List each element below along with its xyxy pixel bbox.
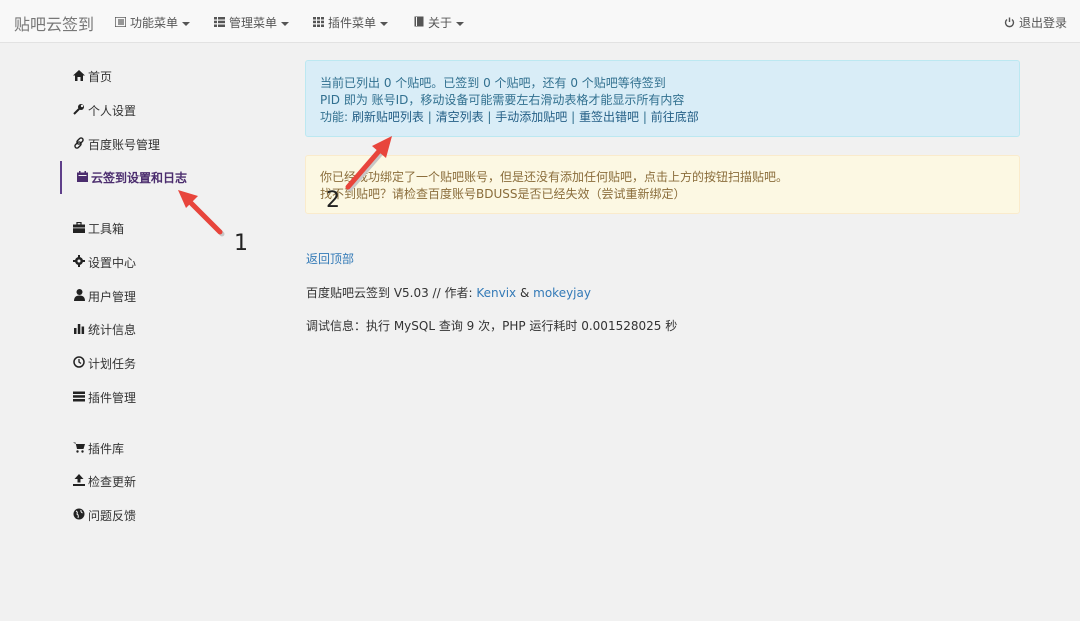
sidebar-item-home[interactable]: 首页 — [72, 69, 112, 86]
grid-icon — [313, 16, 324, 30]
ampersand: & — [519, 286, 530, 300]
upload-icon — [72, 474, 86, 491]
back-to-top-link[interactable]: 返回顶部 — [306, 250, 354, 267]
link-icon — [72, 137, 86, 154]
add-tieba-link[interactable]: 手动添加贴吧 — [495, 110, 567, 124]
sidebar-item-label: 统计信息 — [88, 323, 137, 337]
author-kenvix-link[interactable]: Kenvix — [476, 286, 516, 300]
separator: | — [642, 110, 647, 124]
clear-list-link[interactable]: 清空列表 — [436, 110, 484, 124]
cog-icon — [72, 255, 86, 272]
menu-functions-label: 功能菜单 — [130, 16, 179, 30]
globe-icon — [72, 508, 86, 525]
function-prefix: 功能: — [320, 110, 352, 124]
list-icon — [114, 16, 127, 30]
sidebar-item-label: 首页 — [88, 70, 113, 84]
version-info: 百度贴吧云签到 V5.03 // 作者: Kenvix & mokeyjay — [306, 284, 591, 301]
sidebar-item-label: 插件库 — [88, 442, 125, 456]
logout-label: 退出登录 — [1018, 16, 1067, 30]
warning-alert: 你已经成功绑定了一个贴吧账号，但是还没有添加任何贴吧，点击上方的按钮扫描贴吧。 … — [305, 155, 1020, 214]
separator: | — [427, 110, 432, 124]
menu-plugins[interactable]: 插件菜单 — [313, 14, 389, 31]
sidebar-item-baidu-accounts[interactable]: 百度账号管理 — [72, 137, 160, 154]
brand-title[interactable]: 贴吧云签到 — [14, 11, 94, 35]
book-icon — [414, 16, 424, 30]
briefcase-icon — [72, 221, 86, 238]
annotation-label-2: 2 — [326, 188, 340, 213]
sidebar-item-check-update[interactable]: 检查更新 — [72, 474, 136, 491]
top-navbar: 贴吧云签到 功能菜单 管理菜单 插件菜单 关于 退出登录 — [0, 0, 1080, 43]
sidebar-item-plugin-store[interactable]: 插件库 — [72, 441, 124, 458]
stats-icon — [72, 323, 86, 339]
user-icon — [72, 289, 86, 306]
sidebar-item-personal-settings[interactable]: 个人设置 — [72, 103, 136, 120]
info-alert: 当前已列出 0 个贴吧。已签到 0 个贴吧，还有 0 个贴吧等待签到 PID 即… — [305, 60, 1020, 137]
sidebar-item-toolbox[interactable]: 工具箱 — [72, 221, 124, 238]
power-icon — [1004, 16, 1019, 30]
sidebar-item-label: 百度账号管理 — [88, 138, 161, 152]
chevron-down-icon — [456, 21, 465, 26]
sidebar-item-signin-settings[interactable]: 云签到设置和日志 — [75, 170, 187, 187]
sidebar-item-scheduled-tasks[interactable]: 计划任务 — [72, 356, 136, 373]
sidebar-item-user-management[interactable]: 用户管理 — [72, 289, 136, 306]
chevron-down-icon — [380, 21, 389, 26]
debug-info: 调试信息：执行 MySQL 查询 9 次，PHP 运行耗时 0.00152802… — [306, 319, 678, 333]
menu-about[interactable]: 关于 — [414, 14, 465, 31]
table-icon — [214, 16, 225, 30]
resign-failed-link[interactable]: 重签出错吧 — [579, 110, 639, 124]
menu-management-label: 管理菜单 — [229, 16, 278, 30]
sidebar-item-label: 计划任务 — [88, 357, 137, 371]
author-mokeyjay-link[interactable]: mokeyjay — [533, 286, 591, 300]
active-indicator — [60, 161, 62, 194]
sidebar-item-label: 云签到设置和日志 — [91, 171, 188, 185]
cart-icon — [72, 442, 86, 458]
annotation-label-1: 1 — [234, 231, 248, 256]
separator: | — [571, 110, 576, 124]
hdd-icon — [72, 391, 86, 407]
sidebar-item-label: 个人设置 — [88, 104, 137, 118]
sidebar-item-feedback[interactable]: 问题反馈 — [72, 508, 136, 525]
sidebar-item-label: 工具箱 — [88, 222, 125, 236]
sidebar-item-label: 插件管理 — [88, 391, 137, 405]
info-line-2: PID 即为 账号ID，移动设备可能需要左右滑动表格才能显示所有内容 — [320, 93, 685, 107]
refresh-list-link[interactable]: 刷新贴吧列表 — [352, 110, 424, 124]
sidebar-item-label: 用户管理 — [88, 290, 137, 304]
chevron-down-icon — [182, 21, 191, 26]
calendar-icon — [75, 171, 89, 187]
sidebar-item-plugin-management[interactable]: 插件管理 — [72, 390, 136, 407]
function-links: 功能: 刷新贴吧列表 | 清空列表 | 手动添加贴吧 | 重签出错吧 | 前往底… — [320, 109, 1019, 126]
chevron-down-icon — [281, 21, 290, 26]
separator: | — [487, 110, 492, 124]
logout-button[interactable]: 退出登录 — [1004, 14, 1067, 31]
menu-management[interactable]: 管理菜单 — [214, 14, 290, 31]
warning-line-1: 你已经成功绑定了一个贴吧账号，但是还没有添加任何贴吧，点击上方的按钮扫描贴吧。 — [320, 170, 789, 184]
menu-plugins-label: 插件菜单 — [328, 16, 377, 30]
sidebar-item-statistics[interactable]: 统计信息 — [72, 322, 136, 339]
sidebar-item-settings-center[interactable]: 设置中心 — [72, 255, 136, 272]
version-text: 百度贴吧云签到 V5.03 // 作者: — [306, 286, 477, 300]
menu-about-label: 关于 — [428, 16, 453, 30]
warning-line-2: 找不到贴吧？请检查百度账号BDUSS是否已经失效（尝试重新绑定） — [320, 187, 686, 201]
arrow-1 — [178, 190, 225, 237]
sidebar-item-label: 问题反馈 — [88, 509, 137, 523]
wrench-icon — [72, 103, 86, 120]
clock-icon — [72, 356, 86, 373]
go-bottom-link[interactable]: 前往底部 — [651, 110, 699, 124]
sidebar-item-label: 检查更新 — [88, 475, 137, 489]
sidebar-item-label: 设置中心 — [88, 256, 137, 270]
menu-functions[interactable]: 功能菜单 — [114, 14, 191, 31]
home-icon — [72, 70, 86, 86]
info-line-1: 当前已列出 0 个贴吧。已签到 0 个贴吧，还有 0 个贴吧等待签到 — [320, 76, 666, 90]
